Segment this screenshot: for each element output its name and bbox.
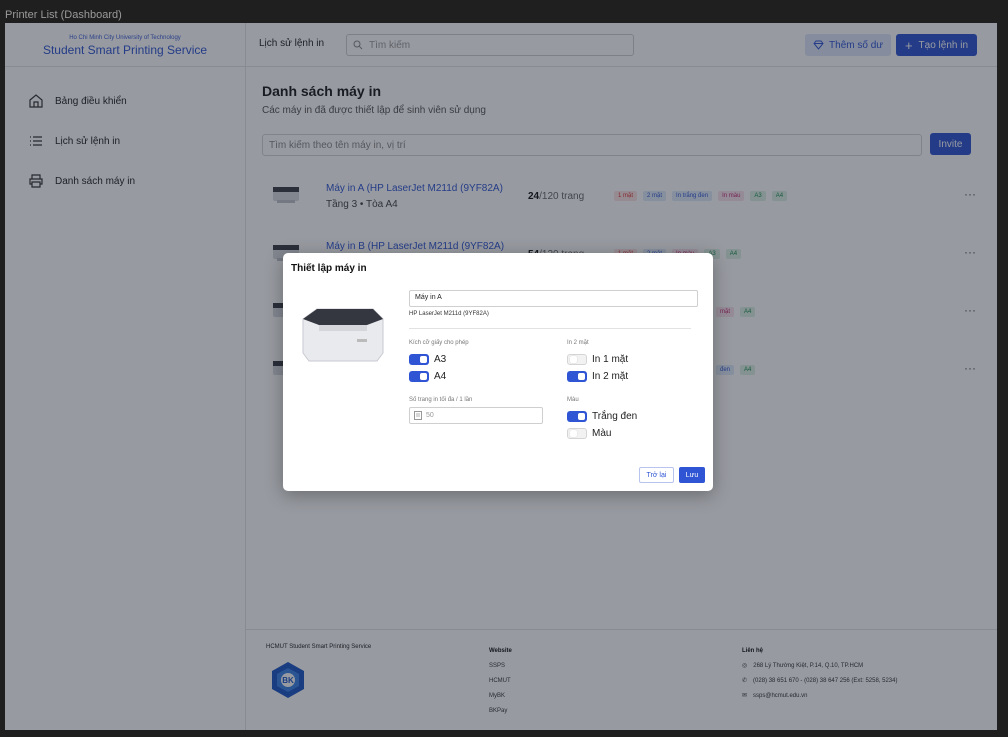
document-icon [414, 411, 422, 420]
toggle-color[interactable]: Màu [567, 428, 611, 439]
back-button[interactable]: Trở lại [639, 467, 674, 483]
modal-divider [409, 328, 691, 329]
switch[interactable] [567, 411, 587, 422]
printer-image [302, 308, 384, 362]
modal-title: Thiết lập máy in [291, 263, 367, 274]
printer-model: HP LaserJet M211d (9YF82A) [409, 311, 489, 317]
switch[interactable] [409, 354, 429, 365]
toggle-bw[interactable]: Trắng đen [567, 411, 637, 422]
max-pages-input[interactable]: 50 [409, 407, 543, 424]
toggle-2-side[interactable]: In 2 mặt [567, 371, 628, 382]
duplex-label: In 2 mặt [567, 340, 589, 346]
toggle-label: In 2 mặt [592, 371, 629, 382]
toggle-label: Trắng đen [592, 411, 638, 422]
max-pages-label: Số trang in tối đa / 1 lần [409, 397, 473, 403]
switch[interactable] [567, 354, 587, 365]
toggle-a3[interactable]: A3 [409, 354, 446, 365]
switch[interactable] [567, 371, 587, 382]
printer-name-field[interactable]: Máy in A [409, 290, 698, 307]
color-label: Màu [567, 397, 579, 403]
toggle-label: A4 [434, 371, 447, 382]
switch[interactable] [567, 428, 587, 439]
toggle-label: In 1 mặt [592, 354, 629, 365]
switch[interactable] [409, 371, 429, 382]
toggle-1-side[interactable]: In 1 mặt [567, 354, 628, 365]
toggle-a4[interactable]: A4 [409, 371, 446, 382]
paper-size-label: Kích cỡ giấy cho phép [409, 340, 469, 346]
save-button[interactable]: Lưu [679, 467, 705, 483]
toggle-label: A3 [434, 354, 447, 365]
printer-settings-modal: Thiết lập máy in Máy in A HP LaserJet M2… [283, 253, 713, 491]
max-pages-placeholder: 50 [426, 412, 434, 419]
window-title: Printer List (Dashboard) [5, 9, 122, 21]
toggle-label: Màu [592, 428, 612, 439]
